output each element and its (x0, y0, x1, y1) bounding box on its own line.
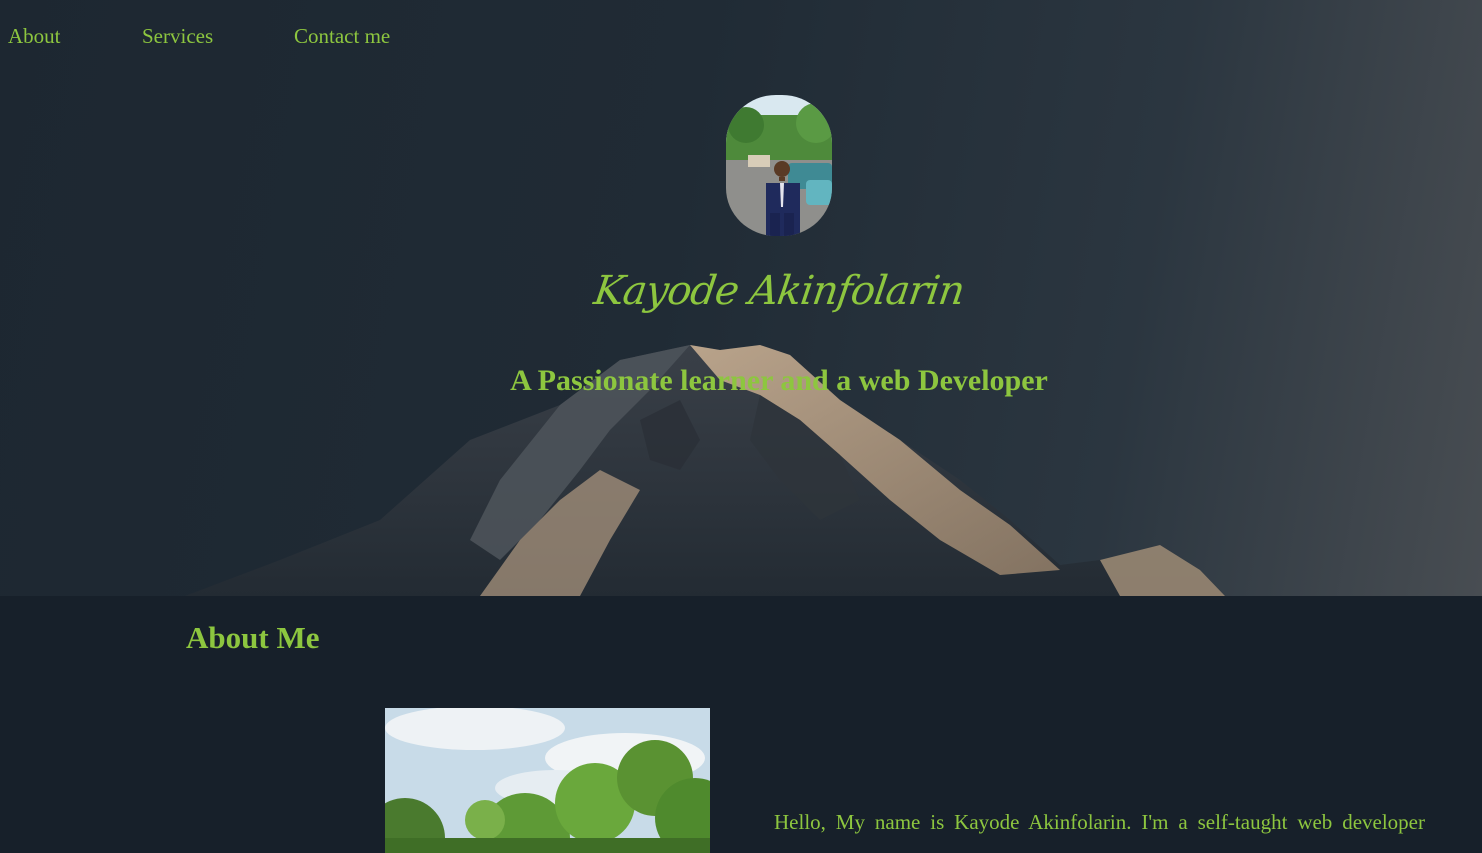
about-heading: About Me (186, 620, 320, 655)
hero-tagline: A Passionate learner and a web Developer (510, 364, 1048, 397)
profile-avatar (726, 95, 832, 236)
about-photo (385, 708, 710, 853)
hero-section: About Services Contact me Kayode Akinfol… (0, 0, 1482, 596)
main-nav: About Services Contact me (8, 24, 390, 49)
nav-link-services[interactable]: Services (142, 24, 294, 49)
hero-name: Kayode Akinfolarin (591, 268, 967, 314)
nav-link-about[interactable]: About (8, 24, 142, 49)
about-text: Hello, My name is Kayode Akinfolarin. I'… (774, 810, 1425, 834)
nav-link-contact[interactable]: Contact me (294, 24, 390, 49)
